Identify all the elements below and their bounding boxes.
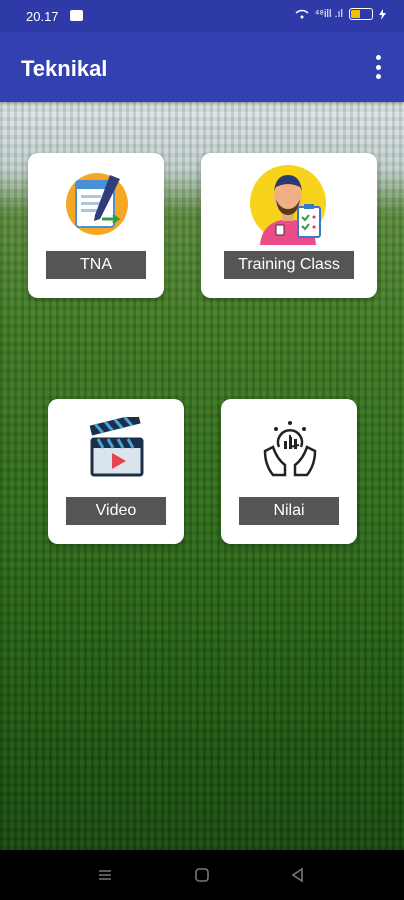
app-bar: Teknikal [0, 32, 404, 102]
nilai-card[interactable]: Nilai [221, 399, 357, 544]
clapperboard-icon [89, 417, 144, 477]
video-label: Video [66, 497, 166, 525]
navigation-bar [0, 850, 404, 900]
signal-icon: ⁴⁸ill .ıl [314, 8, 343, 20]
charging-icon [379, 8, 386, 20]
status-icons: ⁴⁸ill .ıl [295, 8, 386, 20]
battery-icon [349, 8, 373, 20]
form-document-icon [66, 173, 128, 235]
training-class-label: Training Class [224, 251, 354, 279]
training-class-card[interactable]: Training Class [201, 153, 377, 298]
wifi-icon [295, 9, 309, 19]
home-icon[interactable] [192, 865, 212, 885]
more-vert-icon[interactable] [374, 55, 382, 79]
cloud-icon [70, 10, 83, 21]
page-title: Teknikal [21, 56, 108, 81]
trainer-clipboard-icon [250, 165, 326, 245]
nilai-label: Nilai [239, 497, 339, 525]
analytics-hand-icon [263, 421, 317, 477]
tna-card[interactable]: TNA [28, 153, 164, 298]
menu-icon[interactable] [95, 865, 115, 885]
status-bar: 20.17 ⁴⁸ill .ıl [0, 0, 404, 32]
status-time: 20.17 [26, 9, 59, 24]
tna-label: TNA [46, 251, 146, 279]
back-icon[interactable] [288, 865, 308, 885]
video-card[interactable]: Video [48, 399, 184, 544]
